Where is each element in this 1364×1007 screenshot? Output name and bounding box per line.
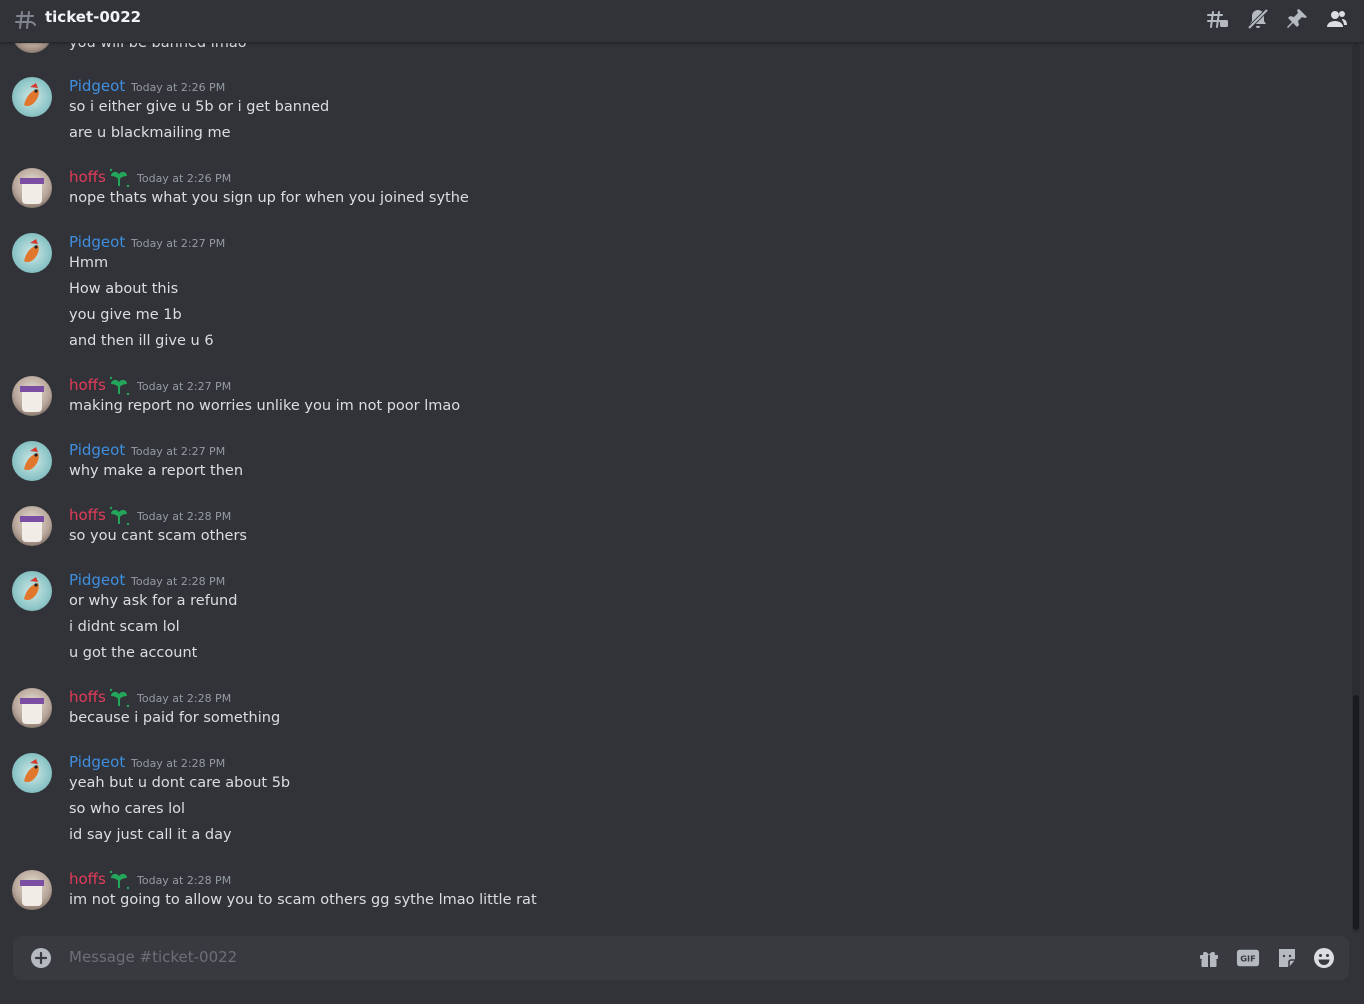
text-channel-thread-icon	[15, 11, 36, 29]
author-name[interactable]: hoffs	[69, 376, 106, 394]
timestamp[interactable]: Today at 2:27 PM	[131, 445, 225, 458]
add-attachment-icon[interactable]	[30, 947, 52, 969]
message-line: so who cares lol	[69, 801, 186, 817]
channel-title: ticket-0022	[45, 8, 142, 26]
message-line: Hmm	[69, 255, 109, 271]
mute-notifications-icon[interactable]	[1246, 7, 1270, 31]
message-line: so i either give u 5b or i get banned	[69, 99, 330, 115]
timestamp[interactable]: Today at 2:26 PM	[137, 172, 231, 185]
message-line: nope thats what you sign up for when you…	[69, 190, 469, 206]
message-list[interactable]: you will be banned lmao Pidgeot Today at…	[0, 43, 1352, 933]
message-line: why make a report then	[69, 463, 244, 479]
timestamp[interactable]: Today at 2:28 PM	[137, 692, 231, 705]
timestamp[interactable]: Today at 2:27 PM	[137, 380, 231, 393]
timestamp[interactable]: Today at 2:28 PM	[131, 575, 225, 588]
author-name[interactable]: hoffs	[69, 688, 106, 706]
author-name[interactable]: Pidgeot	[69, 77, 125, 95]
pin-icon[interactable]	[1285, 7, 1309, 31]
message-line: making report no worries unlike you im n…	[69, 398, 461, 414]
avatar[interactable]	[12, 506, 52, 546]
message-line: How about this	[69, 281, 179, 297]
avatar[interactable]	[12, 688, 52, 728]
message-line: im not going to allow you to scam others…	[69, 892, 537, 908]
message-line: are u blackmailing me	[69, 125, 231, 141]
author-name[interactable]: Pidgeot	[69, 441, 125, 459]
server-booster-badge-icon	[109, 506, 130, 526]
gif-label: GIF	[1240, 954, 1256, 964]
scrollbar-thumb[interactable]	[1353, 695, 1359, 930]
avatar[interactable]	[12, 77, 52, 117]
timestamp[interactable]: Today at 2:26 PM	[131, 81, 225, 94]
avatar[interactable]	[12, 43, 52, 53]
message-line: u got the account	[69, 645, 198, 661]
avatar[interactable]	[12, 441, 52, 481]
avatar[interactable]	[12, 753, 52, 793]
avatar[interactable]	[12, 870, 52, 910]
author-name[interactable]: Pidgeot	[69, 233, 125, 251]
message-line: and then ill give u 6	[69, 333, 214, 349]
message-line: id say just call it a day	[69, 827, 232, 843]
server-booster-badge-icon	[109, 870, 130, 890]
gift-icon[interactable]	[1197, 946, 1221, 970]
message-line: or why ask for a refund	[69, 593, 238, 609]
avatar[interactable]	[12, 168, 52, 208]
server-booster-badge-icon	[109, 168, 130, 188]
message-line: yeah but u dont care about 5b	[69, 775, 291, 791]
author-name[interactable]: hoffs	[69, 506, 106, 524]
message-line: you will be banned lmao	[69, 43, 247, 51]
author-name[interactable]: hoffs	[69, 870, 106, 888]
timestamp[interactable]: Today at 2:28 PM	[137, 510, 231, 523]
author-name[interactable]: Pidgeot	[69, 753, 125, 771]
timestamp[interactable]: Today at 2:27 PM	[131, 237, 225, 250]
message-line: i didnt scam lol	[69, 619, 180, 635]
timestamp[interactable]: Today at 2:28 PM	[137, 874, 231, 887]
author-name[interactable]: hoffs	[69, 168, 106, 186]
emoji-icon[interactable]	[1312, 946, 1336, 970]
member-list-icon[interactable]	[1325, 7, 1349, 31]
channel-header: ticket-0022	[0, 0, 1364, 43]
avatar[interactable]	[12, 376, 52, 416]
message-line: you give me 1b	[69, 307, 182, 323]
avatar[interactable]	[12, 233, 52, 273]
server-booster-badge-icon	[109, 688, 130, 708]
author-name[interactable]: Pidgeot	[69, 571, 125, 589]
message-line: so you cant scam others	[69, 528, 247, 544]
gif-icon[interactable]: GIF	[1236, 946, 1260, 970]
message-line: because i paid for something	[69, 710, 281, 726]
sticker-icon[interactable]	[1275, 946, 1299, 970]
message-input[interactable]: Message #ticket-0022	[69, 948, 237, 966]
threads-icon[interactable]	[1206, 7, 1230, 31]
timestamp[interactable]: Today at 2:28 PM	[131, 757, 225, 770]
avatar[interactable]	[12, 571, 52, 611]
server-booster-badge-icon	[109, 376, 130, 396]
